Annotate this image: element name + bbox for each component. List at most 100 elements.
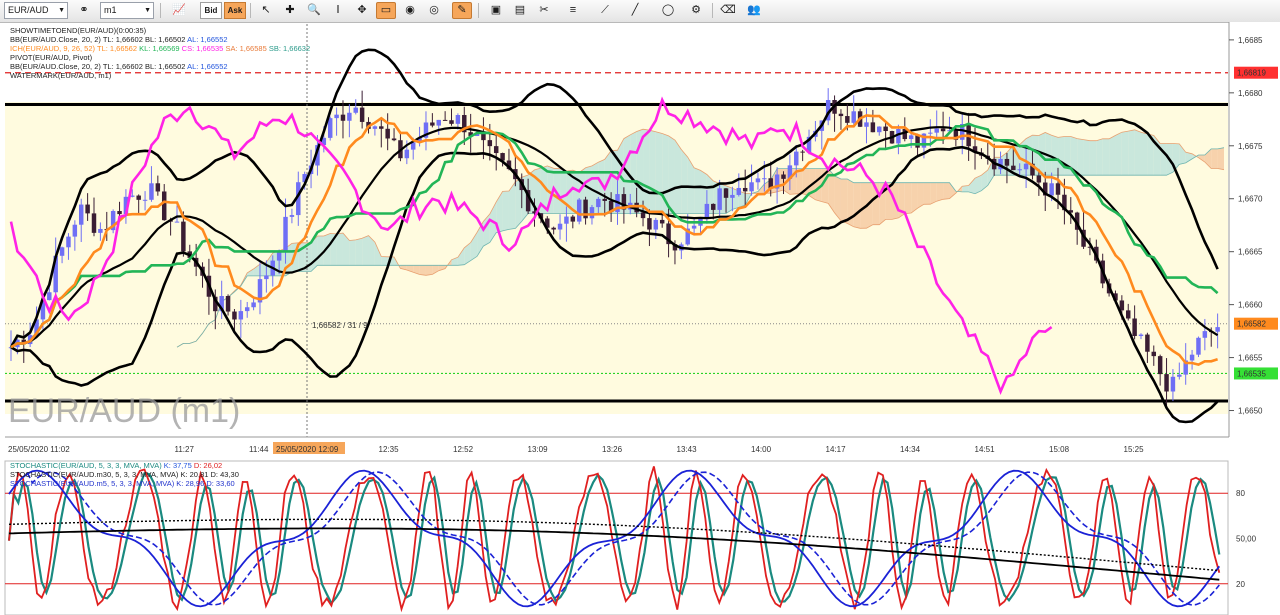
move-icon[interactable]: ✥: [352, 2, 372, 19]
kumo-segment: [923, 182, 931, 205]
candle-body: [225, 296, 231, 312]
line-chart-icon[interactable]: 📈: [168, 2, 190, 19]
kumo-segment: [1058, 136, 1065, 176]
kumo-segment: [317, 235, 324, 266]
candle-body: [372, 126, 378, 129]
time-tick-label: 13:43: [677, 445, 698, 454]
globe-icon[interactable]: ◉: [400, 2, 420, 19]
draw-icon[interactable]: ⟋: [594, 2, 616, 19]
trendline-icon[interactable]: ╱: [624, 2, 646, 19]
text-icon[interactable]: Ⅰ: [328, 2, 348, 19]
zoom-icon[interactable]: 🔍: [304, 2, 324, 19]
candle-body: [557, 223, 563, 230]
stoch-legend-1: STOCHASTIC(EUR/AUD, 5, 3, 3, MVA, MVA) K…: [10, 461, 222, 470]
time-tick-label: 14:51: [975, 445, 996, 454]
chart-canvas[interactable]: 1,6685 1,6680 1,6675 1,6670 1,6665 1,6660 1,66…: [0, 22, 1280, 615]
cursor-icon[interactable]: ↖: [256, 2, 276, 19]
candle-body: [653, 219, 659, 230]
crosshair-icon[interactable]: ✚: [280, 2, 300, 19]
kumo-segment: [936, 182, 944, 202]
price-marker-label: 1,66582: [1237, 320, 1266, 329]
candle-body: [870, 122, 876, 133]
legend-bb: BB(EUR/AUD.Close, 20, 2) TL: 1,66602 BL:…: [10, 35, 228, 44]
watermark-text: EUR/AUD (m1): [8, 392, 240, 430]
candle-body: [404, 149, 410, 159]
candle-body: [276, 252, 282, 261]
candle-body: [1138, 334, 1144, 337]
kumo-segment: [668, 135, 675, 214]
candle-body: [551, 227, 556, 230]
candle-body: [1189, 354, 1195, 361]
stoch-legend-2: STOCHASTIC(EUR/AUD.m30, 5, 3, 3, MVA, MV…: [10, 470, 239, 479]
kumo-segment: [649, 130, 656, 214]
stoch-axis: 80 50,00 20: [1236, 489, 1257, 589]
comment-icon[interactable]: ▭: [376, 2, 396, 19]
price-marker-label: 1,66819: [1237, 69, 1266, 78]
pencil-icon[interactable]: ✎: [452, 2, 472, 19]
candle-body: [149, 183, 154, 200]
candle-body: [730, 194, 735, 198]
chevron-down-icon: ▼: [144, 7, 151, 14]
candle-body: [640, 212, 646, 219]
candle-body: [340, 114, 346, 121]
time-tick-label: 12:35: [379, 445, 400, 454]
gear-icon[interactable]: ⚙: [686, 2, 706, 19]
time-tick-label: 14:34: [900, 445, 921, 454]
candle-body: [691, 225, 697, 229]
candle-body: [1157, 356, 1163, 375]
link-icon[interactable]: ⚭: [72, 2, 96, 19]
candle-body: [1196, 337, 1201, 355]
separator: [478, 3, 479, 18]
legend-ichimoku: ICH(EUR/AUD, 9, 26, 52) TL: 1,66562 KL: …: [10, 44, 310, 53]
image-icon[interactable]: ▣: [486, 2, 506, 19]
kumo-segment: [425, 265, 433, 276]
candle-body: [940, 128, 946, 132]
candle-body: [883, 126, 888, 132]
candle-body: [717, 188, 722, 210]
legend-showtime: SHOWTIMETOEND(EUR/AUD)(0:00:35): [10, 26, 147, 35]
candle-body: [908, 135, 914, 140]
candle-body: [864, 122, 869, 127]
target-icon[interactable]: ◎: [424, 2, 444, 19]
candle-body: [1145, 334, 1150, 352]
eraser-icon[interactable]: ⌫: [718, 2, 738, 19]
layout-icon[interactable]: ≡: [562, 2, 584, 19]
candle-body: [1126, 310, 1131, 319]
kumo-segment: [560, 168, 567, 214]
kumo-segment: [1141, 132, 1148, 176]
candle-body: [742, 187, 748, 192]
save-icon[interactable]: ▤: [510, 2, 530, 19]
price-tick-label: 1,6685: [1238, 36, 1263, 45]
users-icon[interactable]: 👥: [744, 2, 764, 19]
separator: [250, 3, 251, 18]
kumo-segment: [681, 149, 688, 214]
ask-button[interactable]: Ask: [224, 2, 246, 19]
kumo-segment: [362, 235, 369, 266]
bid-button[interactable]: Bid: [200, 2, 222, 19]
candle-body: [385, 128, 390, 139]
kumo-segment: [1217, 147, 1224, 170]
price-tick-label: 1,6650: [1238, 407, 1263, 416]
candle-body: [155, 183, 161, 192]
candle-body: [327, 118, 333, 138]
candle-body: [1170, 376, 1176, 392]
candle-body: [455, 115, 461, 124]
price-tick-label: 1,6670: [1238, 195, 1263, 204]
candle-body: [602, 198, 607, 201]
candle-body: [1151, 351, 1157, 357]
kumo-segment: [674, 140, 682, 214]
kumo-segment: [1089, 140, 1097, 176]
shapes-icon[interactable]: ◯: [654, 2, 682, 19]
kumo-segment: [1051, 135, 1059, 176]
kumo-segment: [349, 239, 356, 266]
tools-icon[interactable]: ✂: [534, 2, 554, 19]
candle-body: [430, 122, 435, 126]
timeframe-select[interactable]: m1 ▼: [100, 2, 154, 19]
candle-body: [589, 207, 595, 219]
kumo-segment: [1115, 132, 1122, 176]
symbol-select[interactable]: EUR/AUD ▼: [4, 2, 68, 19]
candle-body: [289, 215, 295, 217]
candle-body: [1132, 318, 1137, 337]
timeframe-value: m1: [104, 5, 117, 15]
time-tick-label: 14:00: [751, 445, 772, 454]
